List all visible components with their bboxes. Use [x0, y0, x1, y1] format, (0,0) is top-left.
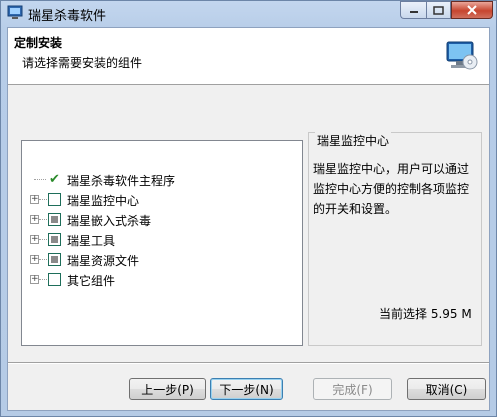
- tree-connector: [34, 179, 46, 180]
- title-bar[interactable]: 瑞星杀毒软件: [1, 1, 496, 25]
- expand-icon[interactable]: +: [30, 255, 39, 264]
- item-checkbox[interactable]: [48, 253, 61, 266]
- item-checkbox[interactable]: [48, 213, 61, 226]
- back-button[interactable]: 上一步(P): [129, 378, 206, 400]
- tree-item-label: 瑞星工具: [67, 234, 116, 248]
- required-check-icon: ✔: [49, 172, 60, 187]
- tree-item-label: 瑞星杀毒软件主程序: [67, 174, 176, 188]
- cancel-button[interactable]: 取消(C): [407, 378, 486, 400]
- tree-item-other-components[interactable]: + 其它组件: [22, 271, 292, 289]
- wizard-header: 定制安装 请选择需要安装的组件: [8, 28, 489, 85]
- description-title: 瑞星监控中心: [315, 132, 392, 149]
- tree-item-label: 瑞星嵌入式杀毒: [67, 214, 152, 228]
- selection-size: 当前选择 5.95 M: [379, 307, 472, 321]
- tree-item-tools[interactable]: + 瑞星工具: [22, 231, 292, 249]
- tree-connector: [39, 259, 47, 260]
- minimize-icon: [409, 11, 418, 13]
- finish-button[interactable]: 完成(F): [313, 378, 392, 400]
- expand-icon[interactable]: +: [30, 215, 39, 224]
- tree-item-label: 瑞星监控中心: [67, 194, 140, 208]
- item-checkbox[interactable]: [48, 233, 61, 246]
- tree-connector: [39, 279, 47, 280]
- expand-icon[interactable]: +: [30, 195, 39, 204]
- tree-item-resource-files[interactable]: + 瑞星资源文件: [22, 251, 292, 269]
- next-button[interactable]: 下一步(N): [210, 378, 283, 400]
- maximize-button[interactable]: [426, 1, 451, 19]
- monitor-cd-icon: [446, 41, 478, 70]
- description-group: 瑞星监控中心 瑞星监控中心，用户可以通过监控中心方便的控制各项监控的开关和设置。…: [308, 132, 482, 346]
- installer-window: 瑞星杀毒软件 定制安装 请选择需要安装的组件 ✔ 瑞星杀毒软件主程序 + 瑞星监…: [0, 0, 497, 417]
- tree-connector: [39, 199, 47, 200]
- tree-item-monitor-center[interactable]: + 瑞星监控中心: [22, 191, 292, 209]
- page-title: 定制安装: [14, 36, 63, 50]
- tree-item-label: 其它组件: [67, 274, 116, 288]
- expand-icon[interactable]: +: [30, 235, 39, 244]
- close-icon: [467, 5, 477, 15]
- wizard-body: 定制安装 请选择需要安装的组件 ✔ 瑞星杀毒软件主程序 + 瑞星监控中心 + 瑞…: [7, 27, 490, 411]
- tree-connector: [39, 219, 47, 220]
- window-title: 瑞星杀毒软件: [28, 9, 107, 24]
- tree-item-main-program[interactable]: ✔ 瑞星杀毒软件主程序: [22, 171, 292, 189]
- expand-icon[interactable]: +: [30, 275, 39, 284]
- app-icon: [7, 5, 23, 19]
- item-checkbox[interactable]: [48, 193, 61, 206]
- minimize-button[interactable]: [400, 1, 426, 19]
- close-button[interactable]: [451, 1, 493, 19]
- tree-item-embedded-antivirus[interactable]: + 瑞星嵌入式杀毒: [22, 211, 292, 229]
- page-subtitle: 请选择需要安装的组件: [22, 56, 143, 70]
- tree-item-label: 瑞星资源文件: [67, 254, 140, 268]
- description-text: 瑞星监控中心，用户可以通过监控中心方便的控制各项监控的开关和设置。: [313, 162, 470, 216]
- component-tree[interactable]: ✔ 瑞星杀毒软件主程序 + 瑞星监控中心 + 瑞星嵌入式杀毒 + 瑞星工具 + …: [21, 140, 303, 346]
- divider: [8, 362, 489, 364]
- maximize-icon: [433, 5, 444, 15]
- tree-connector: [39, 239, 47, 240]
- item-checkbox[interactable]: [48, 273, 61, 286]
